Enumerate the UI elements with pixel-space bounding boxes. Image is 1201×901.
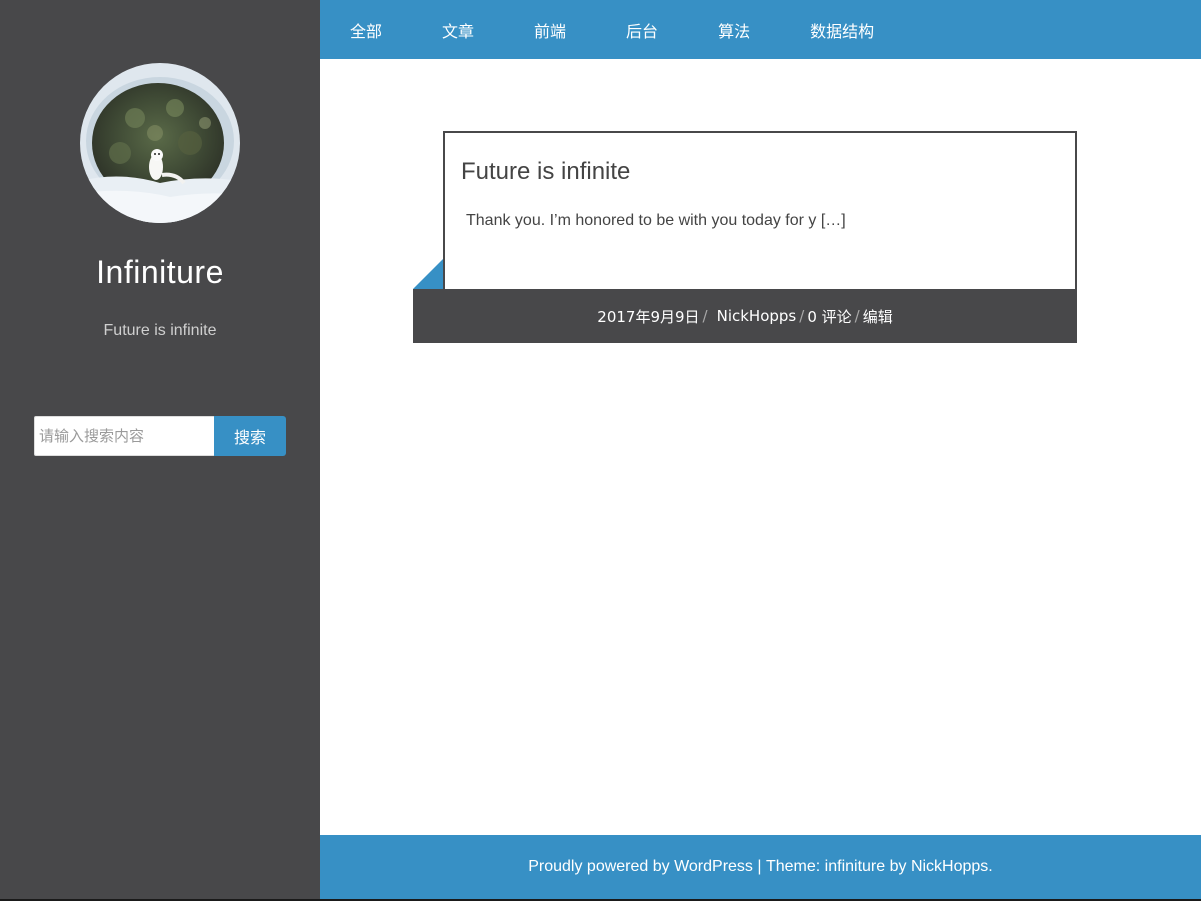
meta-separator: / bbox=[702, 307, 708, 325]
site-description: Future is infinite bbox=[103, 322, 217, 339]
search-form: 搜索 bbox=[34, 416, 286, 456]
post-card: Future is infinite Thank you. I’m honore… bbox=[443, 131, 1077, 291]
nav-item-backend[interactable]: 后台 bbox=[626, 18, 658, 42]
post-title[interactable]: Future is infinite bbox=[461, 158, 630, 186]
site-title[interactable]: Infiniture bbox=[0, 254, 320, 291]
footer-end: . bbox=[988, 858, 993, 875]
footer-theme-text: Theme: infiniture by bbox=[765, 858, 911, 875]
post-author[interactable]: NickHopps bbox=[717, 307, 797, 325]
footer-wordpress-link[interactable]: Proudly powered by WordPress bbox=[528, 858, 753, 876]
post-excerpt: Thank you. I’m honored to be with you to… bbox=[466, 212, 846, 229]
avatar-ermine-in-snow-icon bbox=[80, 63, 240, 223]
post-comments-link[interactable]: 0 评论 bbox=[807, 306, 851, 327]
meta-separator: / bbox=[799, 307, 805, 325]
search-button[interactable]: 搜索 bbox=[214, 416, 286, 456]
nav-item-algorithms[interactable]: 算法 bbox=[718, 18, 750, 42]
nav-item-articles[interactable]: 文章 bbox=[442, 18, 474, 42]
sidebar: Infiniture Future is infinite 搜索 bbox=[0, 0, 320, 899]
post-corner-fold bbox=[413, 259, 443, 289]
footer-theme-author-link[interactable]: NickHopps bbox=[911, 858, 988, 876]
site-footer: Proudly powered by WordPress | Theme: in… bbox=[320, 835, 1201, 899]
nav-item-frontend[interactable]: 前端 bbox=[534, 18, 566, 42]
post-date[interactable]: 2017年9月9日 bbox=[597, 306, 699, 327]
nav-item-data-structures[interactable]: 数据结构 bbox=[810, 18, 874, 42]
post-meta: 2017年9月9日 / NickHopps / 0 评论 / 编辑 bbox=[413, 289, 1077, 343]
meta-separator: / bbox=[854, 307, 860, 325]
category-nav: 全部 文章 前端 后台 算法 数据结构 bbox=[320, 0, 1201, 59]
post-edit-link[interactable]: 编辑 bbox=[863, 306, 893, 327]
avatar[interactable] bbox=[80, 63, 240, 223]
footer-divider: | bbox=[752, 858, 766, 875]
search-input[interactable] bbox=[34, 416, 214, 456]
nav-item-all[interactable]: 全部 bbox=[350, 18, 382, 42]
